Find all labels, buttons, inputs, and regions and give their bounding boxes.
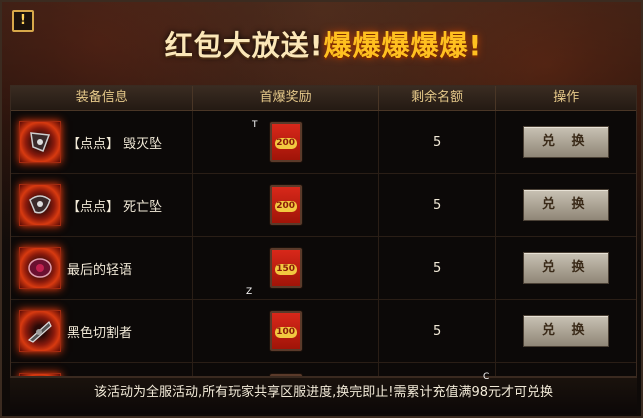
stray-mark: Z	[246, 287, 253, 297]
remaining-count: 5	[433, 323, 442, 339]
red-packet-icon: 150	[269, 248, 302, 288]
exchange-button[interactable]: 兑 换	[523, 315, 610, 347]
item-name: 【点点】 毁灭坠	[67, 136, 163, 152]
table-row: 最后的轻语 150 5 兑 换	[11, 237, 636, 300]
reward-amount: 100	[274, 327, 297, 338]
exchange-button[interactable]: 兑 换	[523, 126, 610, 158]
reward-amount: 200	[274, 201, 297, 212]
red-packet-icon: 100	[269, 311, 302, 351]
gem-icon	[19, 247, 61, 289]
col-equipment: 装备信息	[11, 86, 194, 110]
col-first-drop-reward: 首爆奖励	[193, 86, 379, 110]
title-part2: 爆爆爆爆爆!	[323, 29, 483, 62]
exchange-button[interactable]: 兑 换	[523, 252, 610, 284]
event-panel: ! 红包大放送!爆爆爆爆爆! 装备信息 首爆奖励 剩余名额 操作 【点点】 毁灭…	[0, 0, 643, 418]
event-notice: 该活动为全服活动,所有玩家共享区服进度,换完即止!需累计充值满98元才可兑换	[10, 377, 637, 414]
remaining-count: 5	[433, 197, 442, 213]
pendant-icon	[19, 184, 61, 226]
table-header: 装备信息 首爆奖励 剩余名额 操作	[11, 86, 636, 111]
red-packet-icon: 200	[269, 122, 302, 162]
table-row: 【点点】 毁灭坠 200 5 兑 换	[11, 111, 636, 174]
exchange-button[interactable]: 兑 换	[523, 189, 610, 221]
reward-table: 装备信息 首爆奖励 剩余名额 操作 【点点】 毁灭坠 200 5 兑 换 【点点…	[10, 85, 637, 377]
remaining-count: 5	[433, 260, 442, 276]
reward-amount: 200	[274, 138, 297, 149]
red-packet-icon: 200	[269, 185, 302, 225]
pendant-icon	[19, 121, 61, 163]
table-row: 黑色切割者 100 5 兑 换	[11, 300, 636, 363]
col-action: 操作	[553, 90, 580, 105]
col-remaining: 剩余名额	[379, 86, 497, 110]
table-row	[11, 363, 636, 376]
item-name: 黑色切割者	[67, 325, 133, 341]
stray-mark: T	[252, 120, 258, 130]
table-row: 【点点】 死亡坠 200 5 兑 换	[11, 174, 636, 237]
blade-icon	[19, 310, 61, 352]
reward-amount: 150	[274, 264, 297, 275]
item-name: 最后的轻语	[67, 262, 133, 278]
remaining-count: 5	[433, 134, 442, 150]
stray-mark: C	[483, 372, 490, 382]
title-part1: 红包大放送!	[164, 29, 324, 62]
item-name: 【点点】 死亡坠	[67, 199, 163, 215]
event-title: 红包大放送!爆爆爆爆爆!	[2, 24, 643, 64]
